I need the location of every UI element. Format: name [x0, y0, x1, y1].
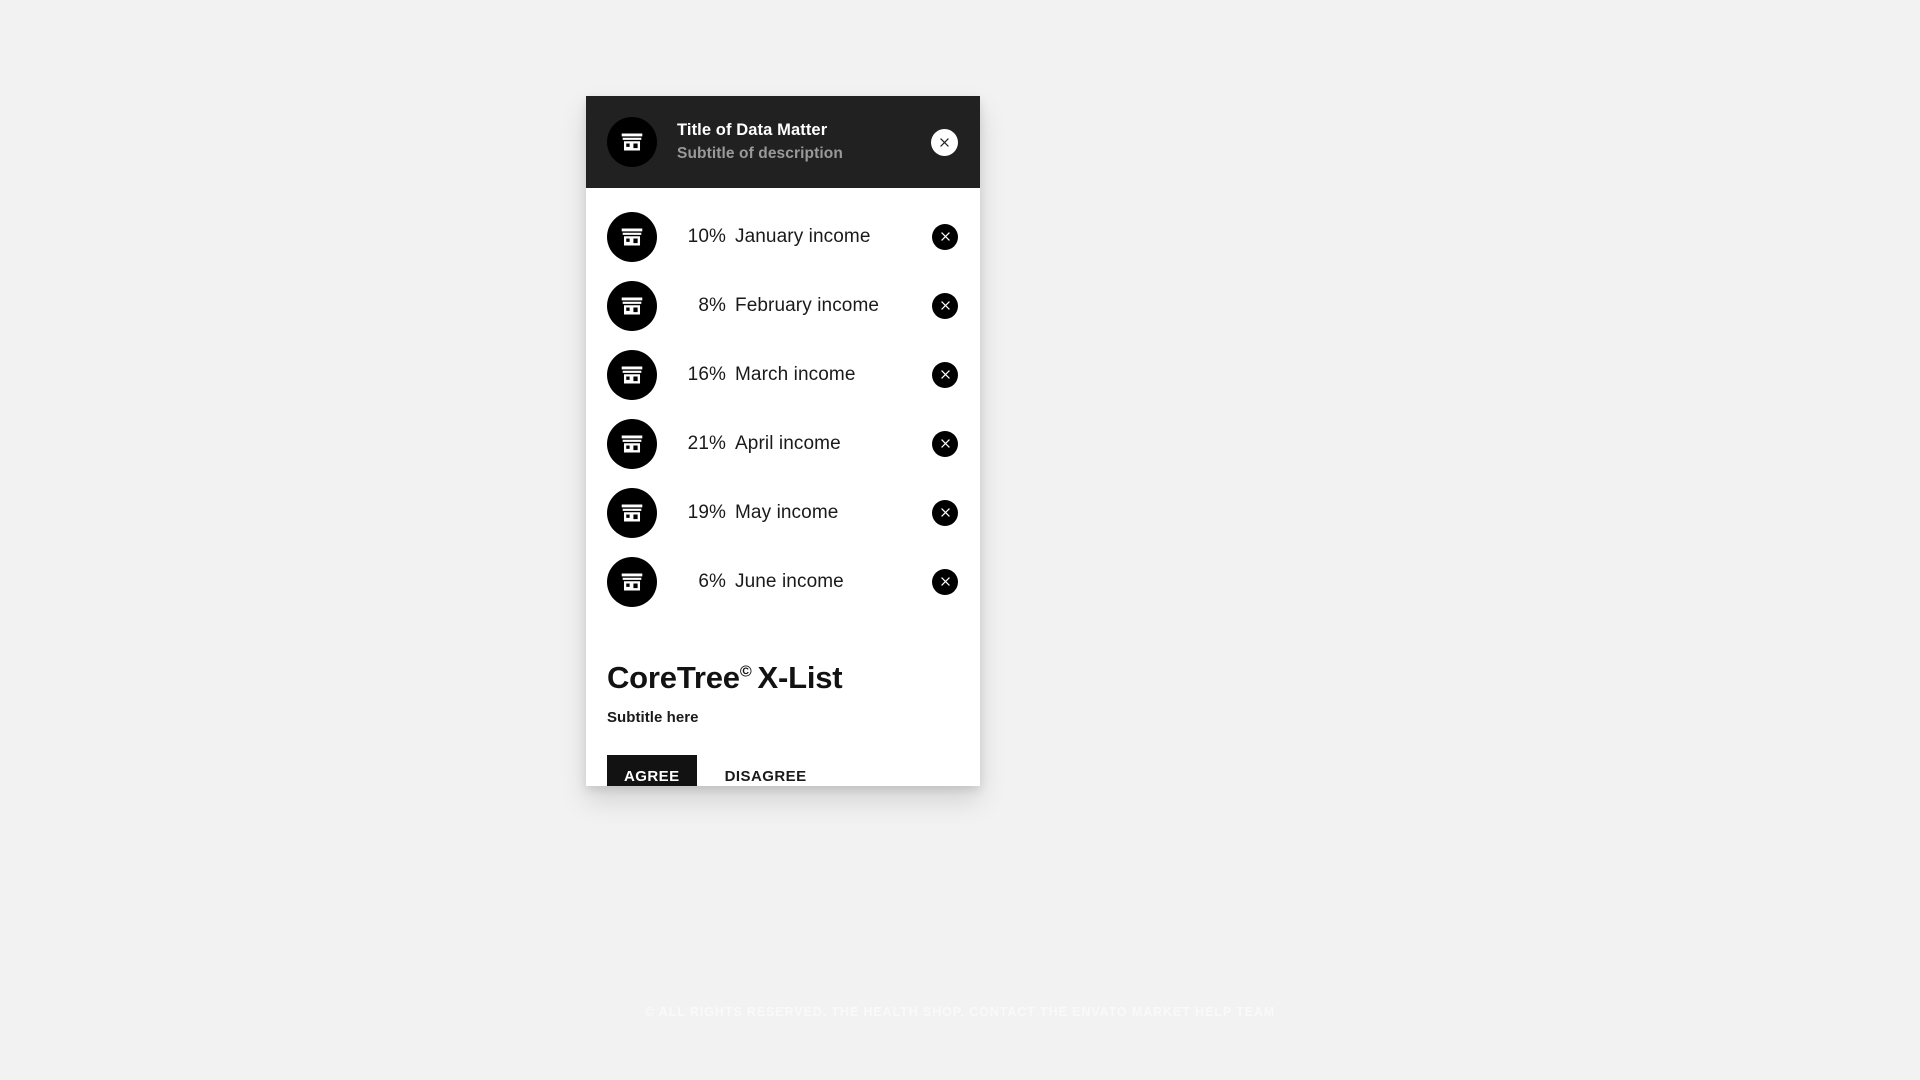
close-circle-icon [938, 298, 953, 313]
copyright-mark: © [739, 662, 752, 681]
page-footer-note: © ALL RIGHTS RESERVED. THE HEALTH SHOP. … [644, 1005, 1276, 1019]
agree-button[interactable]: AGREE [607, 755, 697, 786]
row-percent: 8% [698, 294, 726, 316]
header-text-block: Title of Data Matter Subtitle of descrip… [677, 120, 931, 164]
disagree-button[interactable]: DISAGREE [708, 755, 824, 786]
data-matter-card: Title of Data Matter Subtitle of descrip… [586, 96, 980, 786]
row-remove-button[interactable] [932, 292, 958, 319]
row-avatar [607, 349, 657, 400]
row-avatar [607, 556, 657, 607]
row-remove-button[interactable] [932, 499, 958, 526]
page-root: Title of Data Matter Subtitle of descrip… [0, 0, 1920, 1080]
row-label: March income [735, 363, 856, 385]
close-circle-icon [938, 505, 953, 520]
row-avatar [607, 280, 657, 331]
store-icon [619, 569, 645, 595]
row-percent: 16% [687, 363, 726, 385]
row-percent: 10% [687, 225, 726, 247]
brand-subtitle: Subtitle here [607, 709, 699, 726]
action-bar: AGREE DISAGREE [607, 755, 958, 786]
row-remove-button[interactable] [932, 568, 958, 595]
row-label: January income [735, 225, 871, 247]
row-percent: 19% [687, 501, 726, 523]
table-row[interactable]: 16% March income [586, 340, 980, 409]
card-title: Title of Data Matter [677, 121, 828, 139]
row-avatar [607, 418, 657, 469]
row-remove-button[interactable] [932, 223, 958, 250]
close-circle-icon [938, 229, 953, 244]
table-row[interactable]: 10% January income [586, 202, 980, 271]
row-percent: 6% [698, 570, 726, 592]
row-label: April income [735, 432, 841, 454]
store-icon [619, 224, 645, 250]
row-label: May income [735, 501, 839, 523]
row-remove-button[interactable] [932, 430, 958, 457]
row-label: February income [735, 294, 880, 316]
brand-title: CoreTree© X-List [607, 660, 958, 696]
brand-name: CoreTree [607, 660, 740, 695]
brand-suffix: X-List [757, 660, 843, 695]
row-percent: 21% [687, 432, 726, 454]
header-avatar [607, 117, 657, 167]
table-row[interactable]: 21% April income [586, 409, 980, 478]
row-avatar [607, 211, 657, 262]
row-label: June income [735, 570, 844, 592]
close-circle-icon [938, 574, 953, 589]
card-footer: CoreTree© X-List Subtitle here AGREE DISA… [586, 626, 980, 786]
store-icon [619, 129, 645, 155]
close-circle-icon [938, 436, 953, 451]
table-row[interactable]: 8% February income [586, 271, 980, 340]
table-row[interactable]: 6% June income [586, 547, 980, 616]
row-avatar [607, 487, 657, 538]
header-close-button[interactable] [931, 128, 958, 156]
row-remove-button[interactable] [932, 361, 958, 388]
card-subtitle: Subtitle of description [677, 145, 843, 162]
store-icon [619, 362, 645, 388]
close-circle-icon [938, 367, 953, 382]
table-row[interactable]: 19% May income [586, 478, 980, 547]
close-circle-icon [937, 135, 952, 150]
income-list: 10% January income 8% February income 16… [586, 188, 980, 626]
store-icon [619, 500, 645, 526]
store-icon [619, 431, 645, 457]
card-header: Title of Data Matter Subtitle of descrip… [586, 96, 980, 188]
store-icon [619, 293, 645, 319]
